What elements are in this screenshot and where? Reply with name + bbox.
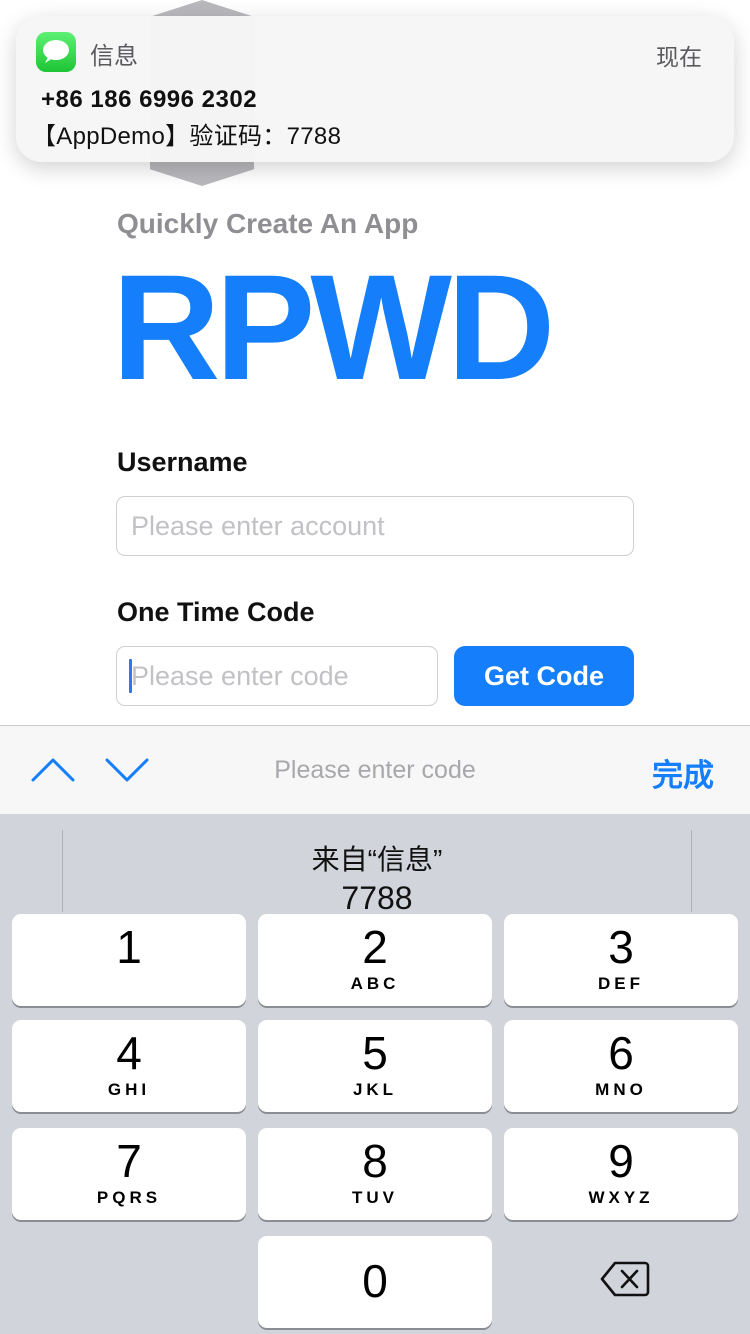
done-button[interactable]: 完成: [652, 750, 714, 795]
notification-body: 【AppDemo】验证码：7788: [32, 123, 342, 150]
key-letters: ABC: [350, 974, 400, 993]
otp-autofill-suggestion[interactable]: 来自“信息” 7788: [62, 830, 692, 916]
key-3[interactable]: 3 DEF: [504, 914, 738, 1006]
username-input[interactable]: [116, 496, 634, 556]
key-8[interactable]: 8 TUV: [258, 1128, 492, 1220]
get-code-button[interactable]: Get Code: [454, 646, 634, 706]
key-digit: 2: [362, 921, 388, 973]
key-letters: JKL: [352, 1080, 398, 1099]
notification-app-name: 信息: [90, 43, 138, 70]
key-digit: 8: [362, 1135, 388, 1187]
key-letters: PQRS: [96, 1188, 162, 1207]
text-cursor: [129, 659, 132, 693]
key-digit: 5: [362, 1027, 388, 1079]
code-input[interactable]: [116, 646, 438, 706]
notification-sender: +86 186 6996 2302: [41, 86, 258, 113]
key-digit: 6: [608, 1027, 634, 1079]
accessory-field-hint: Please enter code: [274, 756, 476, 784]
suggestion-code: 7788: [341, 880, 413, 916]
key-digit: 0: [362, 1255, 388, 1307]
backspace-icon[interactable]: [600, 1260, 650, 1303]
key-6[interactable]: 6 MNO: [504, 1020, 738, 1112]
key-2[interactable]: 2 ABC: [258, 914, 492, 1006]
key-9[interactable]: 9 WXYZ: [504, 1128, 738, 1220]
code-label: One Time Code: [117, 597, 315, 627]
key-digit: 9: [608, 1135, 634, 1187]
key-digit: 4: [116, 1027, 142, 1079]
key-digit: 1: [116, 921, 142, 973]
key-digit: 7: [116, 1135, 142, 1187]
sms-notification-banner[interactable]: 信息 现在 +86 186 6996 2302 【AppDemo】验证码：778…: [16, 16, 734, 162]
key-5[interactable]: 5 JKL: [258, 1020, 492, 1112]
key-letters: DEF: [598, 974, 644, 993]
key-digit: 3: [608, 921, 634, 973]
key-letters: WXYZ: [588, 1188, 654, 1207]
messages-icon: [36, 32, 76, 72]
key-letters: MNO: [595, 1080, 647, 1099]
key-letters: TUV: [352, 1188, 398, 1207]
username-label: Username: [117, 447, 248, 477]
key-letters: GHI: [107, 1080, 151, 1099]
key-4[interactable]: 4 GHI: [12, 1020, 246, 1112]
keyboard-accessory-bar: Please enter code 完成: [0, 725, 750, 815]
numeric-keypad: 来自“信息” 7788 1 2 ABC 3 DEF 4 GHI 5 JKL 6 …: [0, 814, 750, 1334]
key-7[interactable]: 7 PQRS: [12, 1128, 246, 1220]
key-0[interactable]: 0: [258, 1236, 492, 1328]
suggestion-source: 来自“信息”: [311, 844, 443, 875]
key-1[interactable]: 1: [12, 914, 246, 1006]
app-subtitle: Quickly Create An App: [117, 208, 419, 239]
brand-title: RPWD: [112, 243, 555, 411]
notification-time: 现在: [656, 44, 702, 70]
